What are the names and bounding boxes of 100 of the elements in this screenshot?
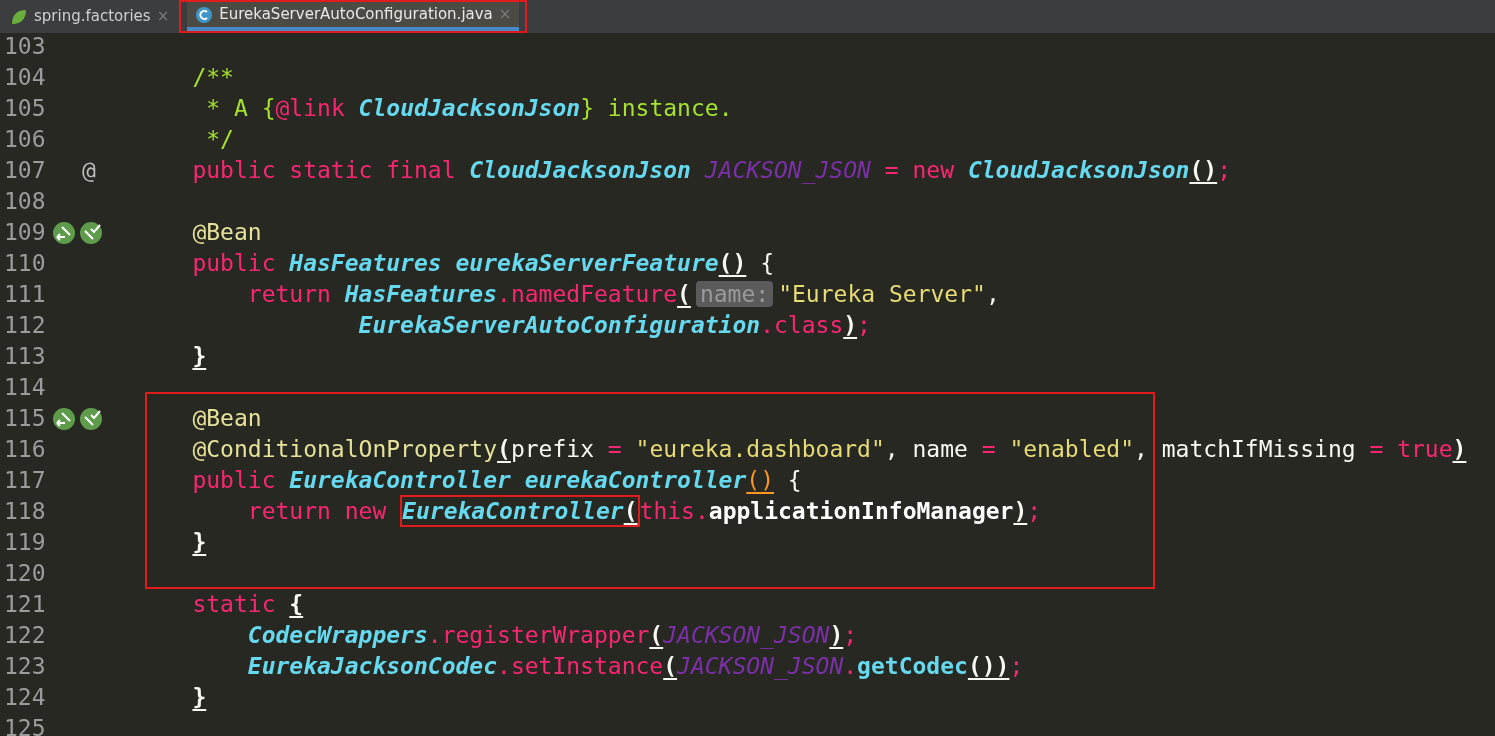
method-name: getCodec: [857, 653, 968, 680]
code-text: , name: [884, 436, 969, 463]
line-number: 118: [3, 497, 47, 527]
doc-comment: * A {: [206, 95, 276, 122]
annotation: @Bean: [192, 405, 262, 432]
bracket: ): [843, 312, 858, 339]
bean-gutter-icon[interactable]: [52, 406, 104, 431]
type-name: EurekaController: [402, 498, 624, 525]
method-name: .namedFeature: [497, 281, 678, 308]
bean-gutter-icon[interactable]: [52, 220, 104, 245]
line-number: 113: [3, 342, 47, 372]
type-name: EurekaController: [289, 467, 512, 494]
bracket: {: [289, 591, 304, 618]
string-literal: "enabled": [1009, 436, 1135, 463]
keyword: = true: [1369, 436, 1453, 463]
type-name: CloudJacksonJson: [967, 157, 1190, 184]
leaf-icon: [10, 7, 28, 26]
line-number: 108: [3, 187, 47, 217]
keyword: ;: [843, 622, 858, 649]
string-literal: "Eureka Server": [778, 281, 986, 308]
bracket: (: [497, 436, 511, 463]
line-number: 124: [3, 683, 47, 713]
annotation: @Bean: [192, 219, 262, 246]
keyword: static: [192, 591, 277, 618]
method-name: .: [843, 653, 858, 680]
line-number: 121: [3, 590, 47, 620]
line-number: 115: [3, 404, 47, 434]
line-number: 122: [3, 621, 47, 651]
type-name: eurekaController: [524, 467, 747, 494]
bracket: ()): [967, 653, 1010, 680]
bracket: (: [649, 622, 664, 649]
line-number: 125: [3, 714, 47, 736]
line-number: 120: [3, 559, 47, 589]
type-name: eurekaServerFeature: [455, 250, 719, 277]
code-text: {: [760, 250, 775, 277]
code-text: ,: [985, 281, 1000, 308]
type-name: EurekaServerAutoConfiguration: [358, 312, 761, 339]
keyword: ;: [1217, 157, 1231, 184]
bracket: ): [1013, 498, 1028, 525]
bracket: ): [829, 622, 844, 649]
keyword: this.: [639, 498, 709, 525]
method-name: .setInstance: [497, 653, 664, 680]
doc-comment: /**: [192, 64, 234, 91]
keyword: return new: [247, 498, 388, 525]
doc-comment: */: [206, 126, 234, 153]
code-text: {: [787, 467, 802, 494]
keyword: public static final: [192, 157, 457, 184]
string-literal: "eureka.dashboard": [635, 436, 885, 463]
bracket: (): [746, 467, 774, 494]
keyword: ;: [1009, 653, 1024, 680]
method-name: .class: [760, 312, 844, 339]
keyword: =: [981, 436, 997, 463]
type-name: CodecWrappers: [247, 622, 428, 649]
line-number: 123: [3, 652, 47, 682]
line-number: 110: [3, 249, 47, 279]
bracket: }: [192, 343, 207, 370]
keyword: ;: [857, 312, 871, 339]
annotation: @ConditionalOnProperty: [192, 436, 498, 463]
tab-label: spring.factories: [34, 6, 151, 28]
bracket: (: [623, 498, 638, 525]
method-name: .registerWrapper: [427, 622, 650, 649]
bracket: (: [677, 281, 691, 308]
keyword: =: [607, 436, 623, 463]
type-name: CloudJacksonJson: [469, 157, 692, 184]
keyword: public: [192, 467, 277, 494]
type-name: HasFeatures: [289, 250, 443, 277]
parameter-hint: name:: [695, 281, 774, 308]
bracket: (): [1189, 157, 1218, 184]
type-name: HasFeatures: [344, 281, 498, 308]
keyword: = new: [884, 157, 956, 184]
tab-label: EurekaServerAutoConfiguration.java: [219, 4, 493, 26]
line-number: 107: [3, 156, 47, 186]
constant-name: JACKSON_JSON: [663, 622, 830, 649]
type-name: EurekaJacksonCodec: [247, 653, 498, 680]
gutter-marker[interactable]: @: [82, 153, 96, 188]
editor-tab[interactable]: spring.factories ×: [2, 2, 178, 31]
keyword: ;: [1027, 498, 1042, 525]
field-name: applicationInfoManager: [708, 498, 1014, 525]
line-number: 104: [3, 63, 47, 93]
bracket: (): [718, 250, 747, 277]
line-number: 111: [3, 280, 47, 310]
type-name: CloudJacksonJson: [358, 95, 581, 122]
line-number: 114: [3, 373, 47, 403]
bracket: }: [192, 684, 207, 711]
class-icon: [195, 5, 214, 24]
line-number: 112: [3, 311, 47, 341]
line-number: 119: [3, 528, 47, 558]
doc-comment: } instance.: [580, 95, 733, 122]
keyword: public: [192, 250, 277, 277]
code-text: , matchIfMissing: [1134, 436, 1357, 463]
line-number: 109: [3, 218, 47, 248]
line-number: 116: [3, 435, 47, 465]
line-number: 106: [3, 125, 47, 155]
bracket: ): [1452, 436, 1467, 463]
code-text: prefix: [510, 436, 595, 463]
constant-name: JACKSON_JSON: [677, 653, 844, 680]
editor-tab[interactable]: EurekaServerAutoConfiguration.java ×: [187, 2, 520, 31]
keyword: @link: [275, 95, 346, 122]
line-number: 105: [3, 94, 47, 124]
bracket: }: [192, 529, 207, 556]
